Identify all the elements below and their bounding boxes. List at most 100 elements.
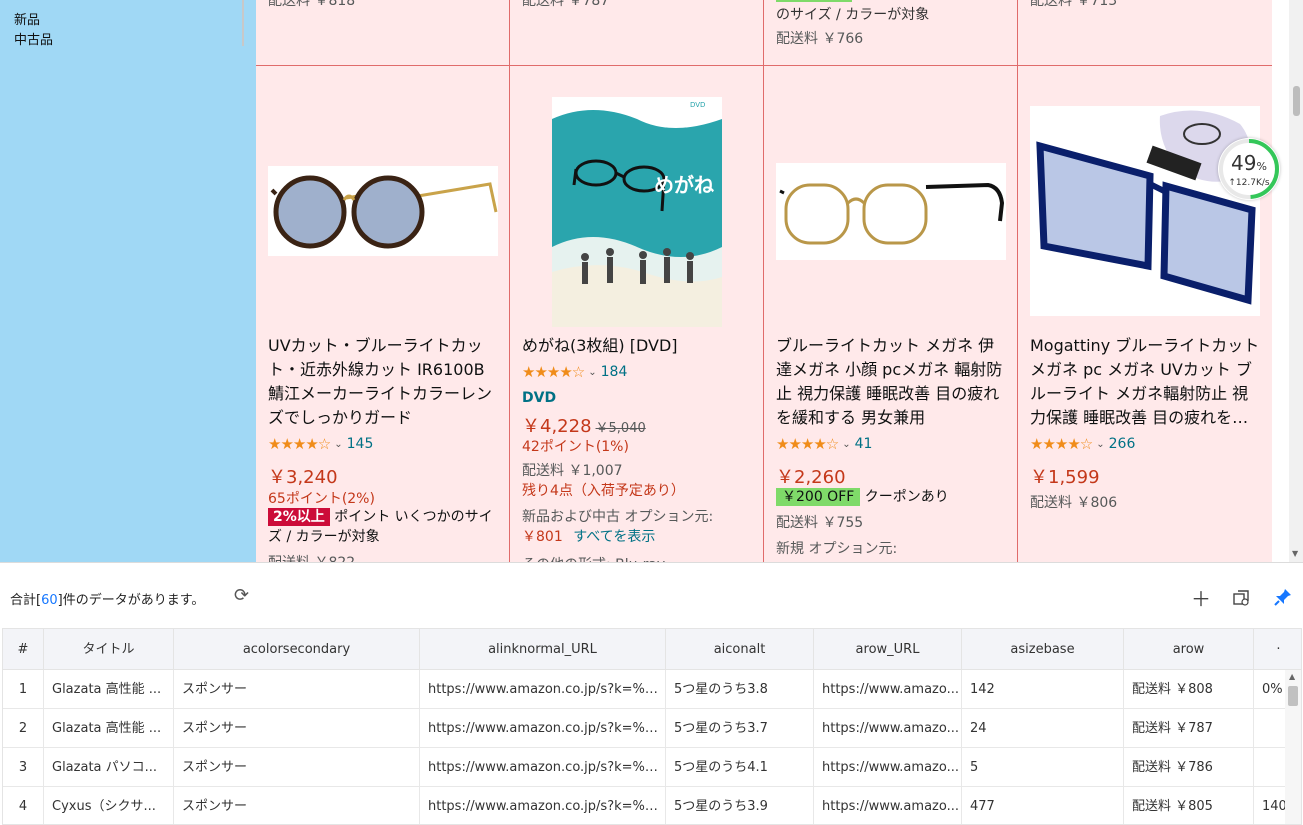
coupon-row[interactable]: ￥200 OFF クーポンあり xyxy=(776,487,1012,507)
filter-used[interactable]: 中古品 xyxy=(14,29,53,48)
product-rating[interactable]: ★★★★☆ ⌄ 145 xyxy=(268,435,373,453)
table-cell[interactable]: https://www.amazon.co.jp/s?k=%E... xyxy=(420,670,666,709)
scrollbar-thumb[interactable] xyxy=(1288,686,1298,706)
table-cell[interactable]: https://www.amazo... xyxy=(814,709,962,748)
table-row[interactable]: 4 Cyxus（シクサ... スポンサー https://www.amazon.co.… xyxy=(3,787,1301,824)
table-cell[interactable]: 1 xyxy=(3,670,44,709)
table-scrollbar[interactable]: ▲ xyxy=(1285,670,1301,824)
product-title[interactable]: Mogattiny ブルーライトカット メガネ pc メガネ UVカット ブ ル… xyxy=(1030,334,1266,430)
copy-icon[interactable] xyxy=(1233,587,1249,611)
table-cell[interactable]: https://www.amazon.co.jp/s?k=%E... xyxy=(420,748,666,787)
table-cell[interactable]: 5 xyxy=(962,748,1124,787)
column-header[interactable]: asizebase xyxy=(962,629,1124,670)
network-speed-widget[interactable]: 49% ↑12.7K/s xyxy=(1218,138,1280,200)
column-header[interactable]: arow_URL xyxy=(814,629,962,670)
table-cell[interactable]: 142 xyxy=(962,670,1124,709)
offer-label: 新品および中古 オプション元: xyxy=(522,509,714,525)
table-cell[interactable]: 4 xyxy=(3,787,44,824)
table-cell[interactable]: 3 xyxy=(3,748,44,787)
shipping-text: 配送料 ￥1,007 xyxy=(522,463,623,479)
add-icon[interactable]: ＋ xyxy=(1191,583,1211,612)
scroll-down-icon[interactable]: ▼ xyxy=(1292,549,1298,558)
table-cell[interactable]: https://www.amazo... xyxy=(814,670,962,709)
table-row[interactable]: 1 Glazata 高性能 ... スポンサー https://www.amazon.… xyxy=(3,670,1301,709)
view-all-link[interactable]: すべてを表示 xyxy=(573,529,655,545)
table-cell[interactable]: 5つ星のうち3.7 xyxy=(666,709,814,748)
list-price: ￥5,040 xyxy=(595,421,646,436)
shipping-text: 配送料 ￥818 xyxy=(268,0,356,9)
point-badge: 2%以上 xyxy=(268,508,330,526)
product-rating[interactable]: ★★★★☆ ⌄ 184 xyxy=(522,363,627,381)
product-title[interactable]: めがね(3枚組) [DVD] xyxy=(522,334,754,358)
table-cell[interactable]: 24 xyxy=(962,709,1124,748)
dvd-logo: DVD xyxy=(690,101,706,109)
table-row[interactable]: 2 Glazata 高性能 ... スポンサー https://www.amazon.… xyxy=(3,709,1301,748)
data-table: # タイトル acolorsecondary alinknormal_URL aicon… xyxy=(2,628,1302,825)
scroll-up-icon[interactable]: ▲ xyxy=(1289,672,1295,681)
product-image-glasses[interactable] xyxy=(776,163,1006,260)
coupon-badge[interactable]: ￥200 OFF xyxy=(776,488,861,506)
table-cell[interactable]: 配送料 ￥808 xyxy=(1124,670,1254,709)
column-header[interactable]: alinknormal_URL xyxy=(420,629,666,670)
product-price: ￥3,240 xyxy=(268,467,338,488)
table-cell[interactable]: https://www.amazo... xyxy=(814,748,962,787)
column-header[interactable]: aiconalt xyxy=(666,629,814,670)
product-rating[interactable]: ★★★★☆ ⌄ 266 xyxy=(1030,435,1135,453)
product-price: ￥1,599 xyxy=(1030,467,1100,488)
format-label[interactable]: DVD xyxy=(522,390,556,406)
sidebar-scrollbar[interactable] xyxy=(242,0,244,46)
shipping-text: 配送料 ￥766 xyxy=(776,31,864,47)
rating-count[interactable]: 145 xyxy=(347,436,374,452)
product-title[interactable]: ブルーライトカット メガネ 伊 達メガネ 小顔 pcメガネ 輻射防 止 視力保護… xyxy=(776,334,1008,430)
pin-icon[interactable] xyxy=(1274,587,1292,611)
table-cell[interactable]: 5つ星のうち4.1 xyxy=(666,748,814,787)
table-cell[interactable]: Cyxus（シクサ... xyxy=(44,787,174,824)
table-cell[interactable]: 2 xyxy=(3,709,44,748)
rating-count[interactable]: 41 xyxy=(855,436,873,452)
product-points: 65ポイント(2%) xyxy=(268,491,375,507)
table-cell[interactable]: https://www.amazon.co.jp/s?k=%E... xyxy=(420,709,666,748)
shipping-text: 配送料 ￥787 xyxy=(522,0,610,9)
table-cell[interactable]: 477 xyxy=(962,787,1124,824)
dvd-cover-title: めがね xyxy=(654,173,714,197)
grid-divider xyxy=(763,0,764,562)
scrollbar-thumb[interactable] xyxy=(1293,86,1300,116)
product-image-dvd[interactable]: めがね DVD xyxy=(552,97,722,327)
column-header[interactable]: arow xyxy=(1124,629,1254,670)
rating-count[interactable]: 266 xyxy=(1109,436,1136,452)
table-cell[interactable]: Glazata 高性能 ... xyxy=(44,709,174,748)
column-header[interactable]: acolorsecondary xyxy=(174,629,420,670)
table-cell[interactable]: https://www.amazo... xyxy=(814,787,962,824)
table-cell[interactable]: 配送料 ￥805 xyxy=(1124,787,1254,824)
rating-count[interactable]: 184 xyxy=(601,364,628,380)
product-title[interactable]: UVカット・ブルーライトカッ ト・近赤外線カット IR6100B 鯖江メーカーラ… xyxy=(268,334,500,430)
page-scrollbar[interactable]: ▼ xyxy=(1289,0,1303,562)
product-image-sunglasses[interactable] xyxy=(268,166,498,256)
browser-page: 新品 中古品 配送料 ￥818 配送料 ￥787 のサイズ / カラーが対象 配… xyxy=(0,0,1303,562)
speed-percent: 49% xyxy=(1231,151,1267,175)
refresh-icon[interactable]: ⟳ xyxy=(234,585,249,606)
column-header[interactable]: · xyxy=(1254,629,1301,670)
table-row[interactable]: 3 Glazata パソコ... スポンサー https://www.amazon.c… xyxy=(3,748,1301,787)
point-campaign: 2%以上 ポイント いくつかのサイ ズ / カラーが対象 xyxy=(268,508,493,545)
table-cell[interactable]: スポンサー xyxy=(174,748,420,787)
column-header[interactable]: タイトル xyxy=(44,629,174,670)
chevron-down-icon[interactable]: ⌄ xyxy=(842,439,850,450)
table-cell[interactable]: スポンサー xyxy=(174,787,420,824)
product-rating[interactable]: ★★★★☆ ⌄ 41 xyxy=(776,435,872,453)
table-cell[interactable]: Glazata パソコ... xyxy=(44,748,174,787)
chevron-down-icon[interactable]: ⌄ xyxy=(334,439,342,450)
table-cell[interactable]: スポンサー xyxy=(174,670,420,709)
table-cell[interactable]: スポンサー xyxy=(174,709,420,748)
filter-new[interactable]: 新品 xyxy=(14,9,40,28)
table-cell[interactable]: Glazata 高性能 ... xyxy=(44,670,174,709)
table-cell[interactable]: 配送料 ￥786 xyxy=(1124,748,1254,787)
other-formats[interactable]: その他の形式: Blu-ray xyxy=(522,554,665,562)
column-header[interactable]: # xyxy=(3,629,44,670)
chevron-down-icon[interactable]: ⌄ xyxy=(588,367,596,378)
table-cell[interactable]: https://www.amazon.co.jp/s?k=%E... xyxy=(420,787,666,824)
table-cell[interactable]: 5つ星のうち3.8 xyxy=(666,670,814,709)
table-cell[interactable]: 5つ星のうち3.9 xyxy=(666,787,814,824)
table-cell[interactable]: 配送料 ￥787 xyxy=(1124,709,1254,748)
chevron-down-icon[interactable]: ⌄ xyxy=(1096,439,1104,450)
